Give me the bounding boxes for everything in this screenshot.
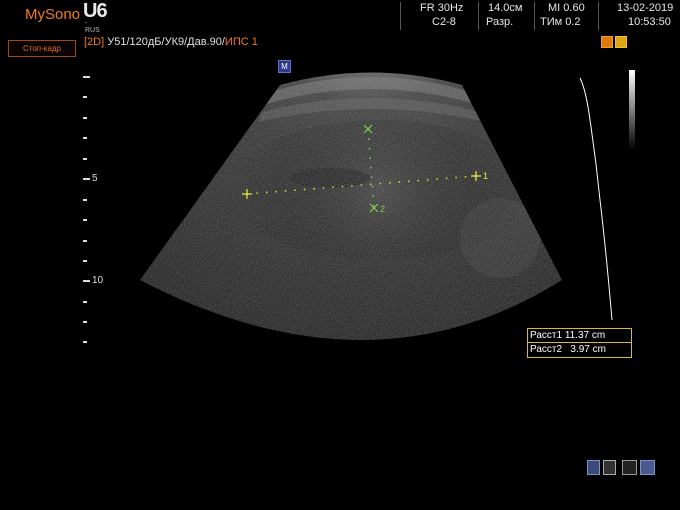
measurement-results-box: Расст1 11.37 cm Расст2 3.97 cm bbox=[527, 328, 632, 358]
orientation-marker: M bbox=[278, 60, 291, 73]
measurement-value: 11.37 cm bbox=[564, 330, 606, 341]
ultrasound-sector bbox=[140, 72, 562, 340]
grayscale-bar bbox=[629, 70, 635, 150]
measurement-row-2: Расст2 3.97 cm bbox=[528, 343, 631, 356]
usb-icon[interactable] bbox=[622, 460, 637, 475]
printer-icon[interactable] bbox=[640, 460, 655, 475]
measurement-row-1: Расст1 11.37 cm bbox=[528, 329, 631, 343]
measurement-label: Расст2 bbox=[530, 344, 563, 355]
ultrasound-image[interactable] bbox=[0, 0, 680, 510]
storage-icon[interactable] bbox=[587, 460, 600, 475]
network-icon[interactable] bbox=[603, 460, 616, 475]
tgc-curve bbox=[579, 77, 613, 321]
measurement-label: Расст1 bbox=[530, 330, 563, 341]
caliper-label-2: 2 bbox=[380, 204, 386, 214]
measurement-value: 3.97 cm bbox=[570, 344, 606, 355]
caliper-label-1: 1 bbox=[483, 171, 489, 181]
